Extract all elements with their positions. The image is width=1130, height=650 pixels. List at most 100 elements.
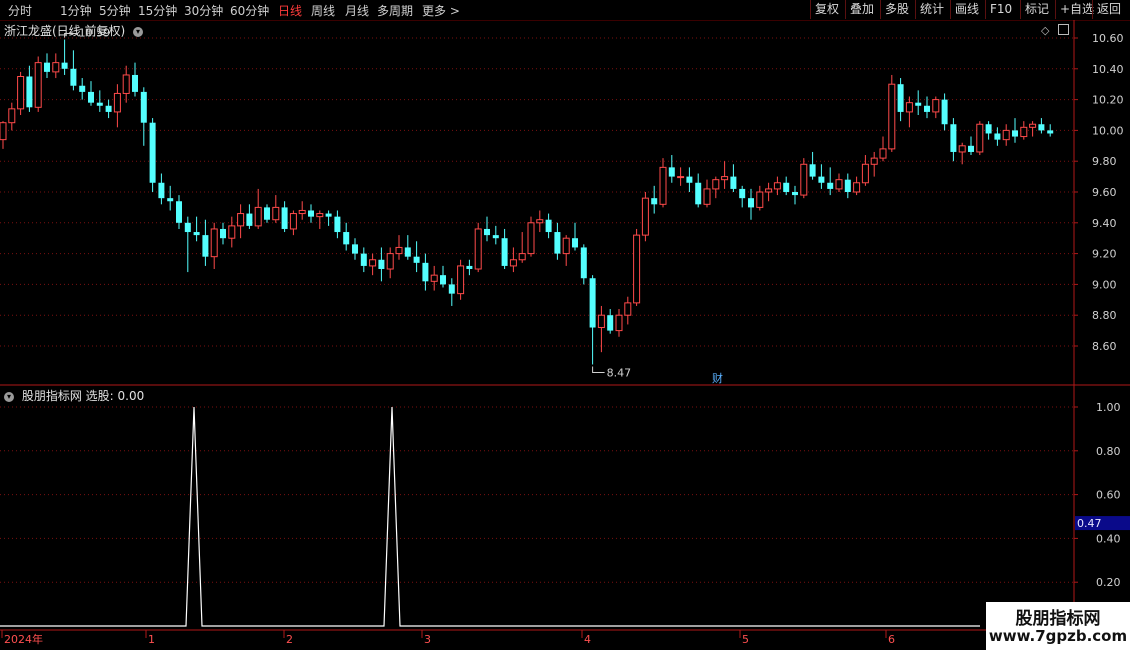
- candle-body: [413, 256, 420, 263]
- period-tab-1min[interactable]: 1分钟: [60, 2, 92, 19]
- price-tick-label: 9.80: [1092, 155, 1117, 168]
- main-chart-title: 浙江龙盛(日线 前复权) ▾: [4, 22, 144, 39]
- period-tab-more[interactable]: 更多 >: [422, 2, 460, 19]
- time-tick-label: 1: [148, 633, 155, 646]
- candle-body: [712, 179, 720, 190]
- multi-stock-button[interactable]: 多股: [880, 0, 913, 19]
- candle-body: [264, 207, 270, 220]
- panel-toggle-icon[interactable]: [1058, 24, 1069, 35]
- candle-body: [748, 198, 754, 208]
- period-tab-5min[interactable]: 5分钟: [99, 2, 131, 19]
- stock-title: 浙江龙盛(日线 前复权): [4, 24, 126, 38]
- period-toolbar: 分时 1分钟 5分钟 15分钟 30分钟 60分钟 日线 周线 月线 多周期 更…: [0, 0, 1130, 21]
- candle-body: [96, 102, 103, 106]
- candle-body: [633, 234, 641, 304]
- candle-body: [554, 232, 561, 254]
- low-marker: [592, 366, 605, 373]
- draw-button[interactable]: 画线: [950, 0, 983, 19]
- candle-body: [765, 188, 773, 193]
- candle-body: [835, 179, 843, 190]
- candle-body: [167, 198, 174, 202]
- diamond-icon[interactable]: ◇: [1041, 24, 1049, 37]
- candle-body: [589, 278, 596, 328]
- period-tab-30min[interactable]: 30分钟: [184, 2, 223, 19]
- chevron-right-icon: >: [449, 4, 460, 18]
- time-tick-label: 5: [742, 633, 749, 646]
- period-tab-15min[interactable]: 15分钟: [138, 2, 177, 19]
- price-tick-label: 10.20: [1092, 94, 1124, 107]
- candle-body: [1020, 126, 1028, 138]
- candle-body: [289, 213, 297, 230]
- candle-body: [316, 213, 324, 218]
- candle-body: [870, 157, 878, 165]
- period-tab-60min[interactable]: 60分钟: [230, 2, 269, 19]
- candle-body: [739, 188, 746, 199]
- overlay-button[interactable]: 叠加: [845, 0, 878, 19]
- candle-body: [52, 62, 60, 73]
- candle-body: [527, 222, 535, 255]
- f10-button[interactable]: F10: [985, 0, 1016, 19]
- candle-body: [853, 182, 861, 193]
- candle-body: [474, 228, 482, 270]
- candle-body: [783, 182, 790, 192]
- cursor-value-box: [1075, 516, 1130, 531]
- chevron-down-icon[interactable]: ▾: [133, 26, 144, 37]
- candle-body: [440, 275, 446, 285]
- candle-body: [968, 145, 974, 152]
- candle-body: [484, 228, 490, 236]
- watermark: 股朋指标网 www.7gpzb.com: [986, 602, 1130, 650]
- candle-body: [378, 259, 385, 269]
- candle-body: [756, 191, 764, 208]
- candle-body: [950, 124, 957, 152]
- period-tab-daily[interactable]: 日线: [278, 2, 302, 19]
- candlestick-series: [0, 39, 1054, 365]
- period-tab-monthly[interactable]: 月线: [345, 2, 369, 19]
- candle-body: [976, 123, 984, 153]
- grid-lines: [0, 37, 1074, 583]
- period-tab-fenshi[interactable]: 分时: [8, 2, 32, 19]
- candle-body: [308, 210, 314, 217]
- price-tick-label: 10.60: [1092, 32, 1124, 45]
- mark-button[interactable]: 标记: [1020, 0, 1053, 19]
- candle-body: [915, 102, 922, 106]
- stats-button[interactable]: 统计: [915, 0, 948, 19]
- cursor-value-label: 0.47: [1077, 517, 1102, 530]
- price-tick-label: 10.40: [1092, 63, 1124, 76]
- chevron-down-icon[interactable]: ▾: [4, 391, 14, 402]
- candle-body: [641, 197, 649, 236]
- candle-body: [158, 182, 165, 199]
- candle-body: [176, 201, 182, 223]
- candle-body: [994, 133, 1001, 140]
- candle-body: [924, 105, 930, 112]
- candle-body: [545, 219, 552, 233]
- candle-body: [386, 253, 394, 270]
- watermark-url: www.7gpzb.com: [988, 627, 1128, 645]
- candle-body: [597, 314, 605, 329]
- candle-body: [122, 74, 130, 94]
- price-tick-label: 10.00: [1092, 124, 1124, 137]
- candle-body: [624, 302, 632, 316]
- back-button[interactable]: 返回: [1092, 0, 1125, 19]
- candle-body: [448, 284, 455, 294]
- candle-body: [26, 76, 33, 108]
- candle-body: [668, 167, 675, 177]
- candle-body: [572, 238, 578, 248]
- candle-body: [615, 314, 623, 332]
- fuquan-button[interactable]: 复权: [810, 0, 843, 19]
- candle-body: [281, 207, 288, 229]
- candle-body: [730, 176, 737, 189]
- indicator-name: 股朋指标网 选股: 0.00: [21, 389, 145, 403]
- kline-chart[interactable]: 10.6010.4010.2010.009.809.609.409.209.00…: [0, 0, 1130, 650]
- candle-body: [492, 235, 499, 239]
- period-tab-weekly[interactable]: 周线: [311, 2, 335, 19]
- candle-body: [237, 213, 245, 227]
- period-tab-multi[interactable]: 多周期: [377, 2, 413, 19]
- candle-body: [800, 163, 808, 196]
- candle-body: [897, 84, 904, 112]
- candle-body: [792, 192, 798, 196]
- more-label: 更多: [422, 4, 447, 18]
- indicator-tick-label: 0.80: [1096, 445, 1121, 458]
- price-tick-label: 8.80: [1092, 309, 1117, 322]
- time-tick-label: 2024年: [4, 632, 43, 646]
- candle-body: [1038, 124, 1045, 131]
